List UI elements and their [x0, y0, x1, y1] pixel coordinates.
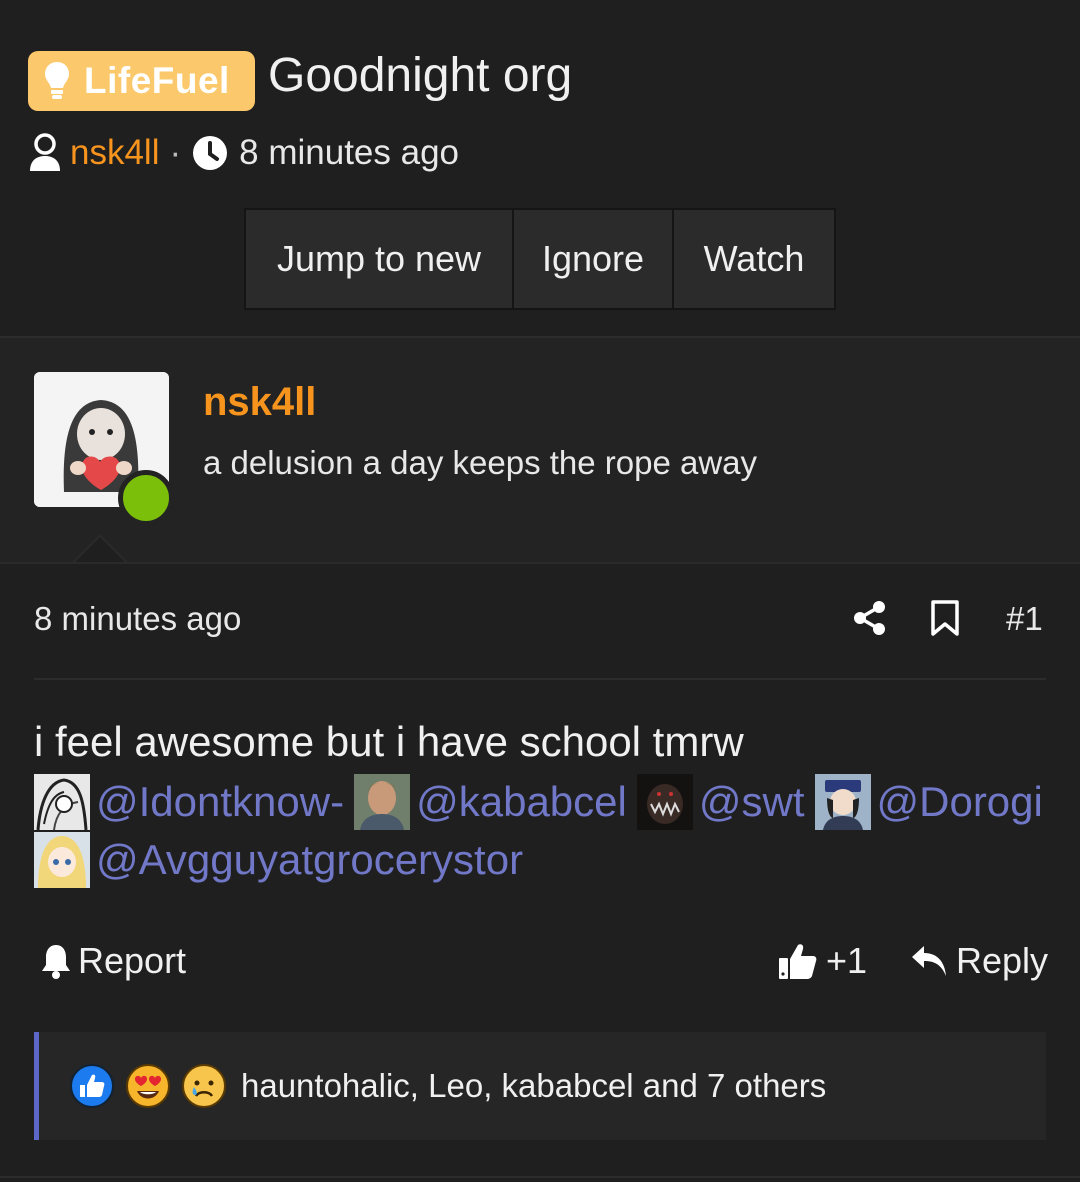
reply-icon [912, 946, 946, 976]
bookmark-icon[interactable] [930, 600, 960, 636]
reply-button[interactable]: Reply [910, 940, 1048, 982]
jump-to-new-button[interactable]: Jump to new [246, 210, 514, 308]
mention-name: @kababcel [416, 778, 627, 825]
mention-name: @Idontknow- [96, 778, 345, 825]
mention-link[interactable]: @Dorogi [814, 774, 1043, 830]
like-reaction-icon [70, 1064, 114, 1108]
divider [0, 562, 1080, 564]
bell-icon [42, 945, 70, 979]
user-icon [30, 133, 60, 171]
mention-link[interactable]: @Avgguyatgrocerystor [34, 832, 523, 888]
online-status-indicator [118, 470, 174, 526]
thread-author-link[interactable]: nsk4ll [70, 133, 159, 173]
mention-link[interactable]: @kababcel [354, 774, 627, 830]
reactions-list[interactable]: hauntohalic, Leo, kababcel and 7 others [241, 1067, 826, 1105]
heart-eyes-reaction-icon [126, 1064, 170, 1108]
share-icon[interactable] [852, 600, 888, 636]
thread-header: LifeFuel Goodnight org nsk4ll · 8 minute… [0, 0, 1080, 336]
lightbulb-icon [45, 62, 69, 99]
mention-avatar [34, 774, 90, 830]
thumbs-up-icon [779, 944, 817, 979]
post-body: i feel awesome but i have school tmrw [34, 718, 744, 765]
thread-title: Goodnight org [268, 49, 573, 102]
prefix-label: LifeFuel [84, 60, 230, 101]
post-username[interactable]: nsk4ll [203, 380, 316, 425]
user-box-arrow-inner [74, 537, 126, 563]
meta-separator: · [169, 133, 182, 172]
like-count: +1 [826, 940, 868, 981]
mention-name: @Dorogi [876, 778, 1043, 825]
post-user-box: nsk4ll a delusion a day keeps the rope a… [0, 338, 1080, 562]
divider [0, 1176, 1080, 1178]
divider [34, 678, 1046, 680]
thread-time[interactable]: 8 minutes ago [239, 133, 459, 173]
post-time[interactable]: 8 minutes ago [34, 600, 241, 638]
sad-reaction-icon [182, 1064, 226, 1108]
mention-name: @swt [698, 778, 805, 825]
user-title: a delusion a day keeps the rope away [203, 444, 758, 481]
mention-avatar [636, 774, 693, 830]
post-number-link[interactable]: #1 [1006, 600, 1043, 638]
report-label: Report [78, 940, 187, 981]
report-button[interactable]: Report [40, 940, 186, 982]
mention-link[interactable]: @Idontknow- [34, 774, 344, 830]
ignore-button[interactable]: Ignore [514, 210, 674, 308]
mention-avatar [354, 774, 411, 830]
mention-avatar [34, 832, 90, 888]
watch-button[interactable]: Watch [674, 210, 834, 308]
thread-meta: nsk4ll · 8 minutes ago [28, 131, 459, 175]
clock-icon [193, 136, 228, 170]
like-button[interactable]: +1 [778, 940, 867, 982]
reactions-bar[interactable]: hauntohalic, Leo, kababcel and 7 others [34, 1032, 1046, 1140]
prefix-badge[interactable]: LifeFuel [28, 51, 255, 111]
thread-actions: Jump to new Ignore Watch [244, 208, 836, 310]
mentions-block: @Idontknow- @kababcel @swt @Dorogi @Avgg… [34, 773, 1054, 889]
mention-name: @Avgguyatgrocerystor [96, 836, 524, 883]
mention-avatar [814, 774, 871, 830]
mention-link[interactable]: @swt [636, 774, 805, 830]
reply-label: Reply [956, 940, 1049, 981]
